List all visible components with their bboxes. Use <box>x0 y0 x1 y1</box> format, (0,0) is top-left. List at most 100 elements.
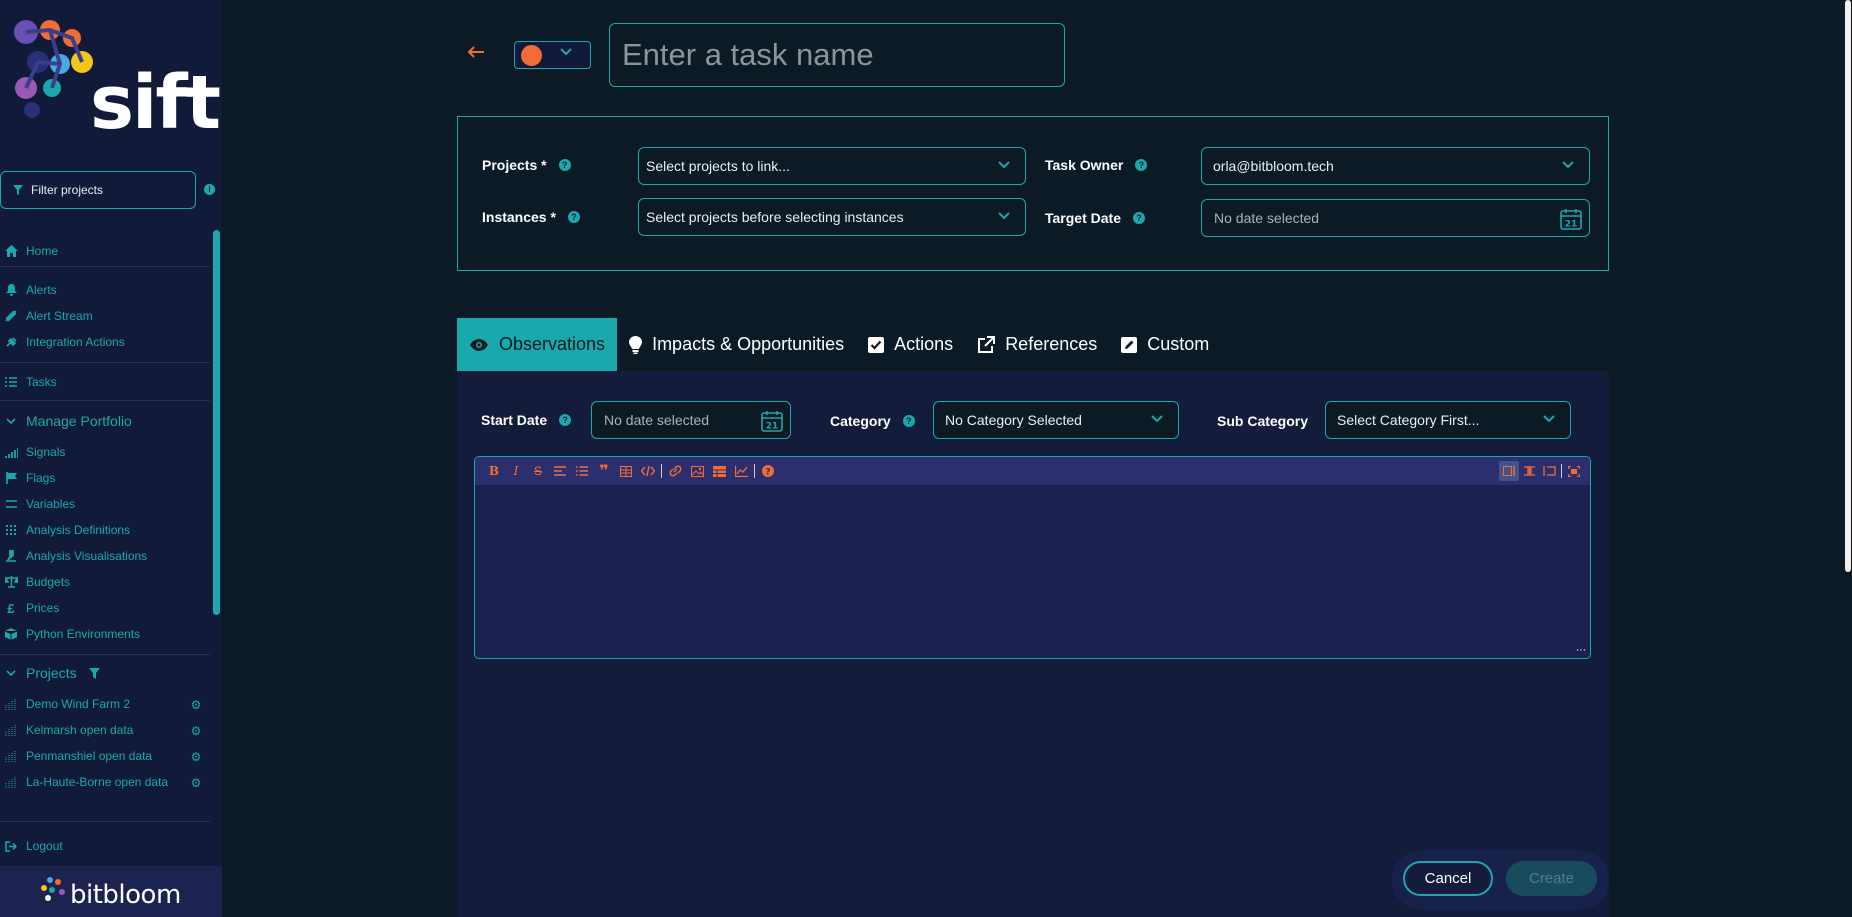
section-label: Projects <box>26 665 77 681</box>
sidebar-item-flags[interactable]: Flags <box>4 469 55 487</box>
help-icon[interactable]: ? <box>1135 159 1148 171</box>
italic-icon[interactable]: I <box>505 461 527 481</box>
info-icon[interactable]: i <box>204 184 215 195</box>
filter-icon[interactable] <box>88 667 100 679</box>
category-select[interactable]: No Category Selected <box>933 401 1179 439</box>
sub-category-select[interactable]: Select Category First... <box>1325 401 1571 439</box>
sift-logo[interactable]: sift <box>12 18 221 148</box>
sidebar-item-label: Alerts <box>26 283 57 297</box>
create-button[interactable]: Create <box>1506 861 1597 896</box>
chevron-down-icon <box>6 417 16 424</box>
tab-observations[interactable]: Observations <box>457 318 618 371</box>
sidebar-item-label: Integration Actions <box>26 335 125 349</box>
link-icon[interactable] <box>664 461 686 481</box>
sidebar-item-variables[interactable]: Variables <box>4 495 75 513</box>
instances-select[interactable]: Select projects before selecting instanc… <box>638 198 1026 236</box>
date-value: No date selected <box>1214 210 1320 226</box>
editor-only-view-icon[interactable] <box>1499 461 1519 481</box>
help-icon[interactable]: ? <box>558 159 571 171</box>
table-insert-icon[interactable] <box>708 461 730 481</box>
code-icon[interactable] <box>637 461 659 481</box>
gear-icon[interactable]: ⚙ <box>190 699 202 711</box>
signal-bars-icon <box>4 445 18 459</box>
sidebar-item-label: Alert Stream <box>26 309 93 323</box>
project-label: Penmanshiel open data <box>26 749 153 763</box>
target-date-field-label: Target Date ? <box>1045 210 1145 226</box>
task-name-input[interactable] <box>609 23 1065 87</box>
gear-icon[interactable]: ⚙ <box>190 725 202 737</box>
page-scrollbar[interactable] <box>1845 0 1851 572</box>
eye-icon <box>469 338 489 352</box>
sidebar-item-analysis-definitions[interactable]: Analysis Definitions <box>4 521 130 539</box>
calendar-icon[interactable]: 21 <box>761 410 783 432</box>
gear-icon[interactable]: ⚙ <box>190 751 202 763</box>
image-icon[interactable] <box>686 461 708 481</box>
sidebar-item-analysis-visualisations[interactable]: Analysis Visualisations <box>4 547 147 565</box>
calendar-icon[interactable]: 21 <box>1560 208 1582 230</box>
back-arrow-icon[interactable] <box>466 44 486 60</box>
sidebar-scrollbar[interactable] <box>213 230 220 615</box>
preview-view-icon[interactable] <box>1539 461 1559 481</box>
bullet-list-icon[interactable] <box>571 461 593 481</box>
sidebar-item-home[interactable]: Home <box>4 242 58 260</box>
table-icon[interactable] <box>615 461 637 481</box>
divider <box>0 821 210 822</box>
filter-projects-label: Filter projects <box>31 183 104 197</box>
svg-text:?: ? <box>765 468 770 478</box>
section-manage-portfolio[interactable]: Manage Portfolio <box>6 411 132 431</box>
help-icon[interactable]: ? <box>567 211 580 223</box>
gear-icon[interactable]: ⚙ <box>190 777 202 789</box>
tab-impacts-opportunities[interactable]: Impacts & Opportunities <box>617 318 856 371</box>
chevron-down-icon <box>998 212 1010 220</box>
sidebar-item-signals[interactable]: Signals <box>4 443 65 461</box>
cancel-button[interactable]: Cancel <box>1403 861 1493 896</box>
sidebar-item-label: Signals <box>26 445 66 459</box>
sidebar-item-logout[interactable]: Logout <box>4 837 63 855</box>
sidebar-item-prices[interactable]: £ Prices <box>4 599 59 617</box>
logout-icon <box>4 839 18 853</box>
project-item[interactable]: Penmanshiel open data <box>4 747 152 765</box>
chart-icon[interactable] <box>730 461 752 481</box>
help-icon[interactable]: ? <box>757 461 779 481</box>
sidebar-item-budgets[interactable]: Budgets <box>4 573 70 591</box>
filter-projects-button[interactable]: Filter projects <box>0 171 196 209</box>
observations-editor[interactable]: B I S ❞ ? ⋯ <box>474 456 1591 659</box>
tab-references[interactable]: References <box>965 318 1109 371</box>
quote-icon[interactable]: ❞ <box>593 461 615 481</box>
home-icon <box>4 244 18 258</box>
plug-icon <box>4 335 18 349</box>
fullscreen-icon[interactable] <box>1564 461 1584 481</box>
sidebar-item-alert-stream[interactable]: Alert Stream <box>4 307 93 325</box>
tab-custom[interactable]: Custom <box>1109 318 1221 371</box>
bitbloom-logo: bitbloom <box>0 866 222 917</box>
tab-label: Observations <box>499 334 606 354</box>
sidebar-item-integration-actions[interactable]: Integration Actions <box>4 333 125 351</box>
filter-icon <box>13 185 23 195</box>
project-item[interactable]: La-Haute-Borne open data <box>4 773 168 791</box>
strikethrough-icon[interactable]: S <box>527 461 549 481</box>
help-icon[interactable]: ? <box>559 414 572 426</box>
sidebar-item-label: Budgets <box>26 575 71 589</box>
task-owner-select[interactable]: orla@bitbloom.tech <box>1201 147 1590 185</box>
chevron-down-icon <box>560 48 572 56</box>
help-icon[interactable]: ? <box>1132 212 1145 224</box>
heading-icon[interactable] <box>549 461 571 481</box>
sidebar-item-python-environments[interactable]: Python Environments <box>4 625 140 643</box>
projects-select[interactable]: Select projects to link... <box>638 147 1026 185</box>
task-color-picker[interactable] <box>514 41 591 69</box>
sidebar-item-tasks[interactable]: Tasks <box>4 373 57 391</box>
calendar-day: 21 <box>1565 220 1578 230</box>
project-item[interactable]: Demo Wind Farm 2 <box>4 695 130 713</box>
resize-handle-icon[interactable]: ⋯ <box>1576 645 1586 656</box>
bold-icon[interactable]: B <box>483 461 505 481</box>
section-projects[interactable]: Projects <box>6 663 100 683</box>
help-icon[interactable]: ? <box>902 415 915 427</box>
project-item[interactable]: Kelmarsh open data <box>4 721 133 739</box>
select-value: Select projects to link... <box>646 158 790 174</box>
split-view-icon[interactable] <box>1519 461 1539 481</box>
start-date-picker[interactable]: No date selected 21 <box>591 401 791 439</box>
tab-actions[interactable]: Actions <box>856 318 965 371</box>
toolbar-divider <box>661 464 662 478</box>
sidebar-item-alerts[interactable]: Alerts <box>4 281 57 299</box>
target-date-picker[interactable]: No date selected 21 <box>1201 199 1590 237</box>
